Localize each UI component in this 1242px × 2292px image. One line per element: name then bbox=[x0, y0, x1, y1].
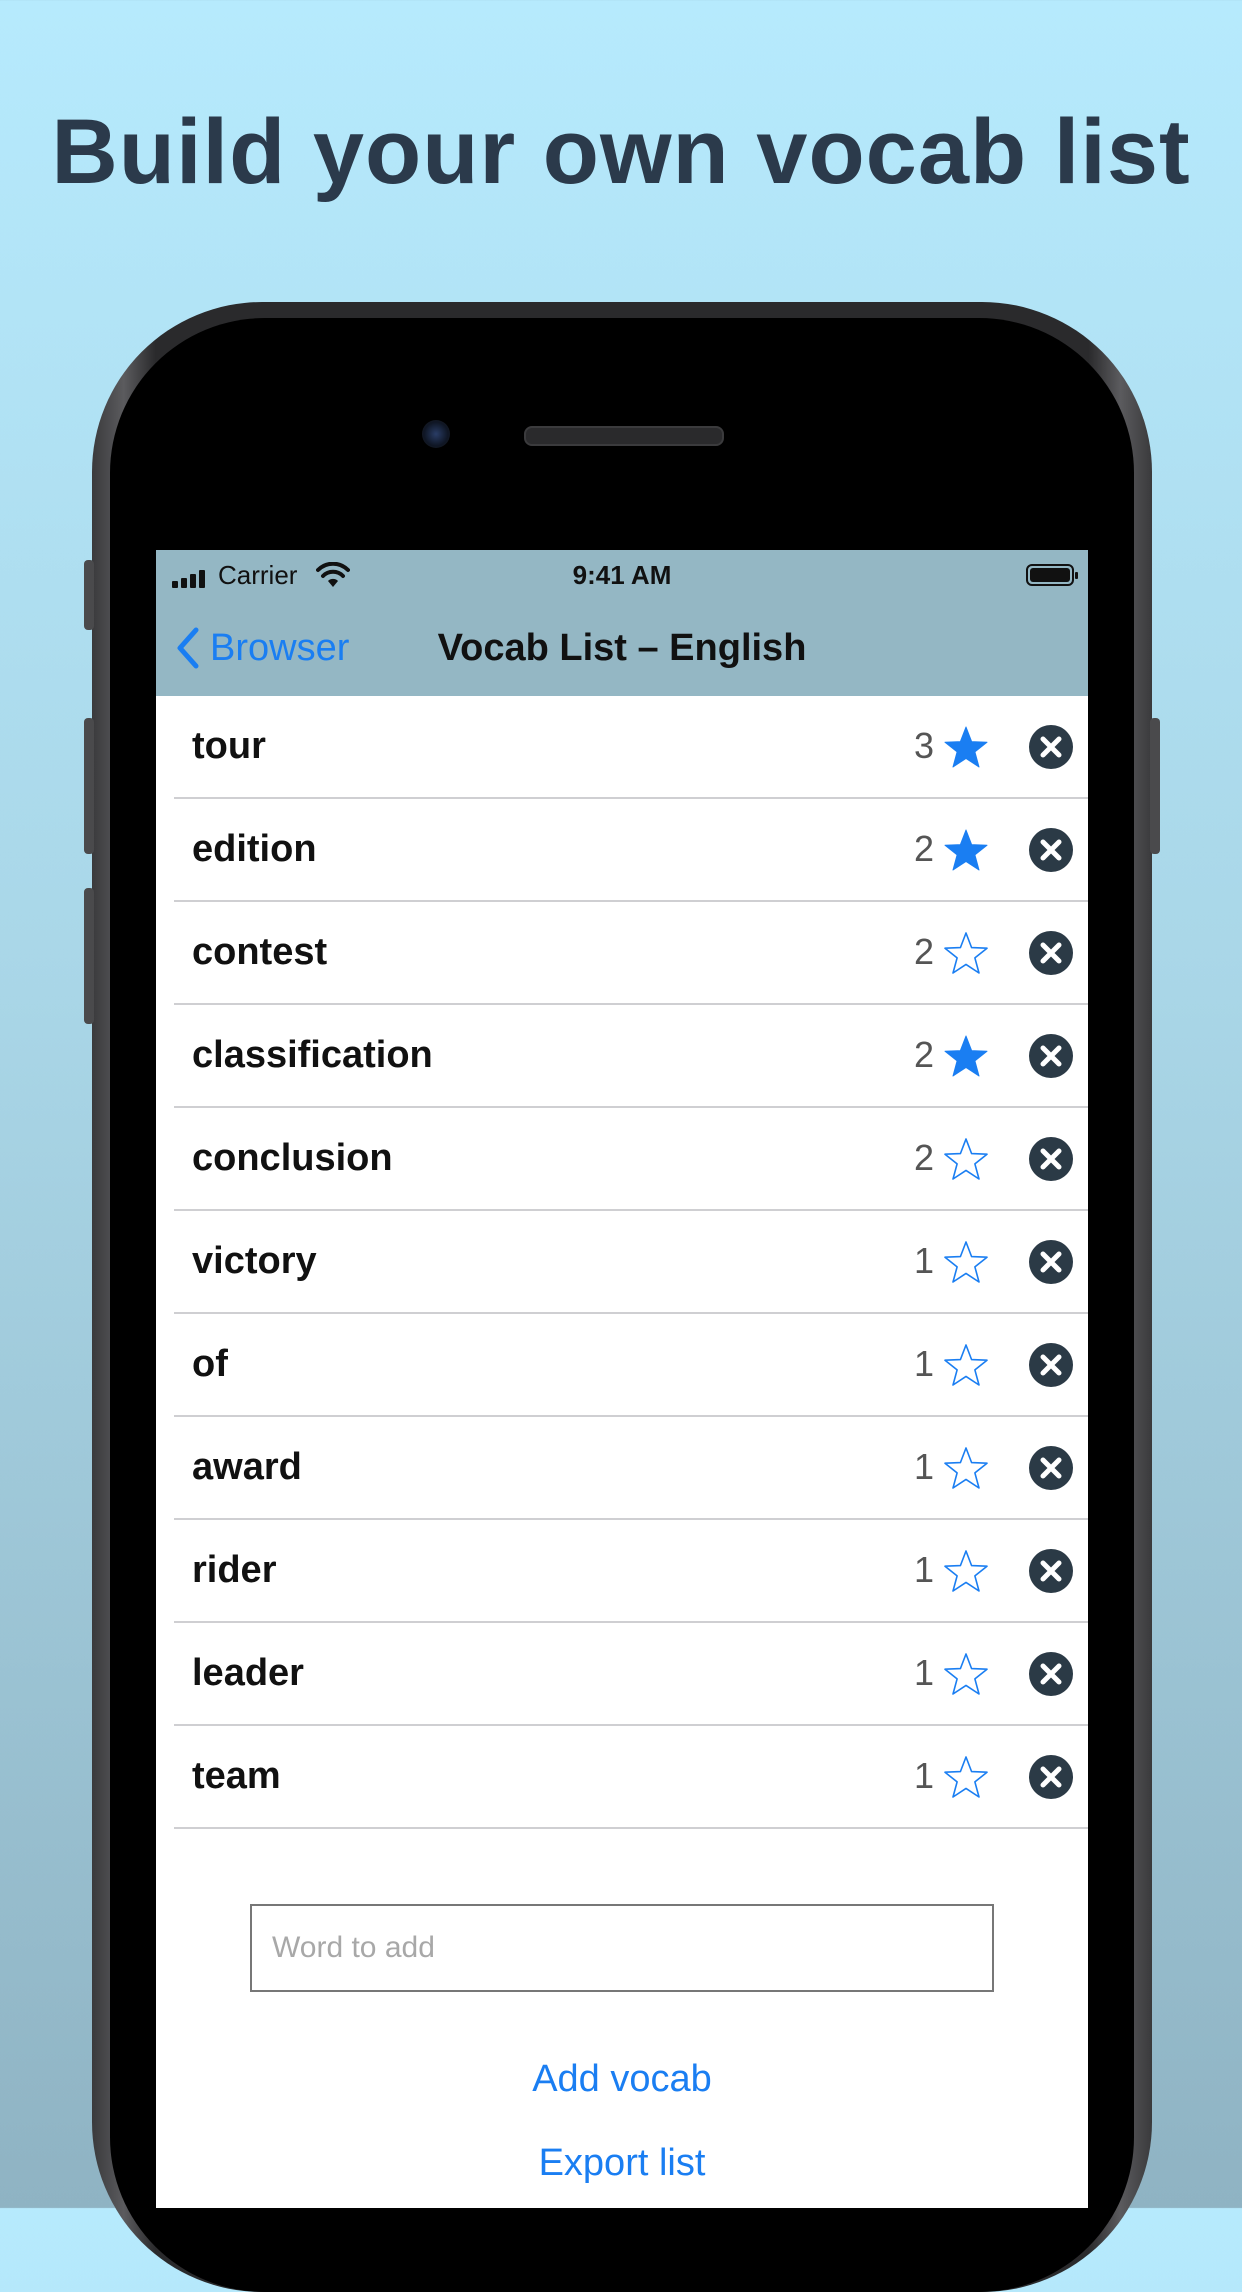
star-outline-icon[interactable] bbox=[942, 1548, 990, 1596]
camera-icon bbox=[422, 420, 450, 448]
star-outline-icon[interactable] bbox=[942, 1136, 990, 1184]
remove-icon[interactable] bbox=[1028, 1445, 1074, 1491]
remove-icon[interactable] bbox=[1028, 827, 1074, 873]
remove-icon[interactable] bbox=[1028, 1136, 1074, 1182]
vocab-count: 2 bbox=[913, 1137, 934, 1178]
vocab-row[interactable]: award 1 bbox=[174, 1417, 1088, 1520]
vocab-count: 2 bbox=[913, 1034, 934, 1075]
vocab-count: 1 bbox=[913, 1343, 934, 1384]
star-outline-icon[interactable] bbox=[942, 930, 990, 978]
vocab-count: 1 bbox=[913, 1549, 934, 1590]
vocab-word: rider bbox=[192, 1549, 277, 1591]
star-filled-icon[interactable] bbox=[942, 724, 990, 772]
vocab-count: 3 bbox=[913, 725, 934, 766]
phone-silent-switch bbox=[84, 560, 94, 630]
vocab-row[interactable]: tour 3 bbox=[174, 696, 1088, 799]
star-outline-icon[interactable] bbox=[942, 1239, 990, 1287]
phone-power-button bbox=[1150, 718, 1160, 854]
vocab-word: classification bbox=[192, 1034, 433, 1076]
vocab-row[interactable]: edition 2 bbox=[174, 799, 1088, 902]
vocab-row[interactable]: of 1 bbox=[174, 1314, 1088, 1417]
vocab-count: 1 bbox=[913, 1240, 934, 1281]
remove-icon[interactable] bbox=[1028, 930, 1074, 976]
phone-volume-down bbox=[84, 888, 94, 1024]
remove-icon[interactable] bbox=[1028, 724, 1074, 770]
vocab-word: victory bbox=[192, 1240, 317, 1282]
navigation-bar: Browser Vocab List – English bbox=[156, 600, 1088, 696]
star-outline-icon[interactable] bbox=[942, 1754, 990, 1802]
star-filled-icon[interactable] bbox=[942, 827, 990, 875]
vocab-row[interactable]: classification 2 bbox=[174, 1005, 1088, 1108]
vocab-word: conclusion bbox=[192, 1137, 393, 1179]
vocab-word: award bbox=[192, 1446, 302, 1488]
headline: Build your own vocab list bbox=[51, 101, 1191, 203]
vocab-row[interactable]: victory 1 bbox=[174, 1211, 1088, 1314]
battery-icon bbox=[1026, 564, 1078, 586]
add-vocab-button[interactable]: Add vocab bbox=[156, 2058, 1088, 2101]
remove-icon[interactable] bbox=[1028, 1754, 1074, 1800]
vocab-count: 1 bbox=[913, 1652, 934, 1693]
vocab-count: 1 bbox=[913, 1755, 934, 1796]
remove-icon[interactable] bbox=[1028, 1239, 1074, 1285]
status-bar: Carrier 9:41 AM bbox=[156, 550, 1088, 600]
vocab-word: contest bbox=[192, 931, 328, 973]
vocab-word: tour bbox=[192, 725, 266, 767]
vocab-count: 1 bbox=[913, 1446, 934, 1487]
star-outline-icon[interactable] bbox=[942, 1651, 990, 1699]
vocab-row[interactable]: conclusion 2 bbox=[174, 1108, 1088, 1211]
word-input[interactable] bbox=[250, 1904, 994, 1992]
star-outline-icon[interactable] bbox=[942, 1445, 990, 1493]
export-list-button[interactable]: Export list bbox=[156, 2142, 1088, 2185]
star-outline-icon[interactable] bbox=[942, 1342, 990, 1390]
vocab-count: 2 bbox=[913, 828, 934, 869]
vocab-count: 2 bbox=[913, 931, 934, 972]
vocab-row[interactable]: contest 2 bbox=[174, 902, 1088, 1005]
page-title: Vocab List – English bbox=[437, 627, 807, 669]
vocab-row[interactable]: leader 1 bbox=[174, 1623, 1088, 1726]
remove-icon[interactable] bbox=[1028, 1342, 1074, 1388]
vocab-row[interactable]: team 1 bbox=[174, 1726, 1088, 1829]
speaker-grille bbox=[524, 426, 724, 446]
remove-icon[interactable] bbox=[1028, 1033, 1074, 1079]
vocab-word: of bbox=[192, 1343, 228, 1385]
vocab-word: edition bbox=[192, 828, 317, 870]
star-filled-icon[interactable] bbox=[942, 1033, 990, 1081]
vocab-word: team bbox=[192, 1755, 281, 1797]
vocab-word: leader bbox=[192, 1652, 304, 1694]
remove-icon[interactable] bbox=[1028, 1548, 1074, 1594]
app-screen: Carrier 9:41 AM Browser Vocab List – Eng… bbox=[156, 550, 1088, 2208]
vocab-row[interactable]: rider 1 bbox=[174, 1520, 1088, 1623]
vocab-list[interactable]: tour 3 edition 2 contest 2 classification 2 conc… bbox=[156, 696, 1088, 1840]
status-time: 9:41 AM bbox=[572, 560, 672, 590]
phone-volume-up bbox=[84, 718, 94, 854]
remove-icon[interactable] bbox=[1028, 1651, 1074, 1697]
